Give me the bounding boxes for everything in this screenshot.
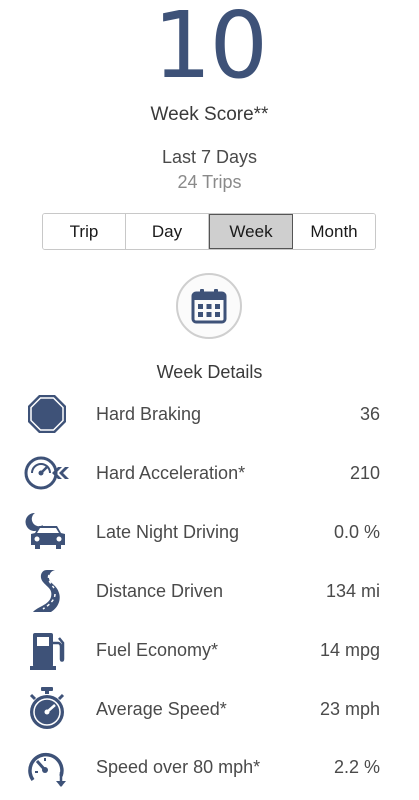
- detail-label: Late Night Driving: [96, 521, 240, 542]
- detail-label: Hard Acceleration*: [96, 462, 246, 483]
- detail-row-fuel-economy[interactable]: Fuel Economy* 14 mpg: [0, 625, 419, 675]
- detail-value: 23 mph: [319, 698, 380, 719]
- speedometer-arrows-icon: [24, 450, 70, 496]
- week-score-value: 10: [152, 0, 268, 99]
- detail-label: Hard Braking: [96, 403, 202, 424]
- stop-sign-icon: [24, 391, 70, 437]
- detail-value: 14 mpg: [319, 639, 380, 660]
- details-title: Week Details: [156, 362, 263, 382]
- detail-label: Speed over 80 mph*: [96, 756, 261, 777]
- detail-value: 2.2 %: [333, 756, 380, 777]
- detail-row-late-night-driving[interactable]: Late Night Driving 0.0 %: [0, 507, 419, 557]
- tab-month[interactable]: Month: [293, 214, 375, 249]
- detail-label: Average Speed*: [96, 698, 227, 719]
- detail-value: 0.0 %: [333, 521, 380, 542]
- detail-value: 134 mi: [325, 580, 380, 601]
- date-range: Last 7 Days: [161, 147, 258, 167]
- tab-trip[interactable]: Trip: [43, 214, 126, 249]
- detail-row-distance-driven[interactable]: Distance Driven 134 mi: [0, 566, 419, 616]
- fuel-pump-icon: [24, 627, 70, 673]
- period-selector: Trip Day Week Month: [42, 213, 376, 250]
- winding-road-icon: [24, 568, 70, 614]
- detail-row-hard-acceleration[interactable]: Hard Acceleration* 210: [0, 448, 419, 498]
- calendar-button[interactable]: [176, 273, 242, 339]
- tab-week[interactable]: Week: [209, 214, 293, 249]
- stopwatch-gauge-icon: [24, 686, 70, 732]
- week-score-label: Week Score**: [150, 104, 269, 125]
- detail-label: Distance Driven: [96, 580, 224, 601]
- detail-label: Fuel Economy*: [96, 639, 219, 660]
- detail-row-hard-braking[interactable]: Hard Braking 36: [0, 389, 419, 439]
- detail-value: 36: [359, 403, 380, 424]
- detail-row-speed-over-80[interactable]: Speed over 80 mph* 2.2 %: [0, 742, 419, 792]
- moon-car-icon: [24, 509, 70, 555]
- speed-gauge-arrow-icon: [24, 744, 70, 790]
- detail-row-average-speed[interactable]: Average Speed* 23 mph: [0, 684, 419, 734]
- tab-day[interactable]: Day: [126, 214, 209, 249]
- calendar-icon: [191, 289, 227, 324]
- detail-value: 210: [349, 462, 380, 483]
- trip-count: 24 Trips: [177, 172, 242, 192]
